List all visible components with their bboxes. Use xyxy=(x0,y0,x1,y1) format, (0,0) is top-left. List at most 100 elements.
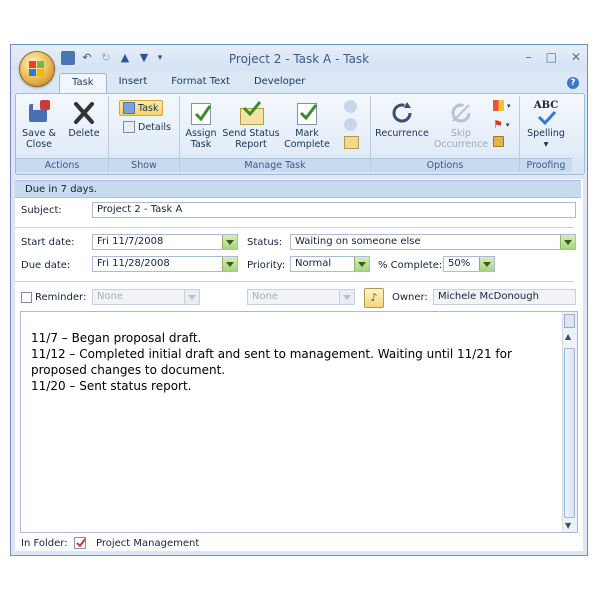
office-logo-icon xyxy=(29,61,45,77)
group-label-actions: Actions xyxy=(16,158,108,172)
forward-task-button[interactable] xyxy=(344,118,357,131)
folder-icon xyxy=(74,537,86,549)
categorize-button[interactable]: ▾ xyxy=(493,100,511,111)
percent-complete-label: % Complete: xyxy=(378,260,443,271)
group-label-options: Options xyxy=(371,158,519,172)
delete-button[interactable]: Delete xyxy=(66,100,102,139)
notes-text: 11/7 – Began proposal draft. 11/12 – Com… xyxy=(31,330,551,394)
start-date-label: Start date: xyxy=(21,237,75,248)
due-date-field[interactable]: Fri 11/28/2008 xyxy=(92,256,238,272)
scroll-up-icon[interactable]: ▲ xyxy=(565,332,571,341)
start-date-value: Fri 11/7/2008 xyxy=(97,236,164,247)
office-button[interactable] xyxy=(19,51,55,87)
group-label-manage-task: Manage Task xyxy=(180,158,370,172)
priority-dropdown-icon[interactable] xyxy=(354,257,369,271)
subject-input[interactable]: Project 2 - Task A xyxy=(92,202,576,218)
close-button[interactable]: ✕ xyxy=(571,50,581,64)
show-details-label: Details xyxy=(138,121,171,133)
assign-task-icon xyxy=(188,100,214,126)
speaker-icon: ♪ xyxy=(370,291,378,304)
recurrence-button[interactable]: Recurrence xyxy=(373,100,431,139)
scroll-down-icon[interactable]: ▼ xyxy=(565,521,571,530)
divider xyxy=(14,281,574,282)
reminder-checkbox[interactable] xyxy=(21,292,32,303)
priority-select[interactable]: Normal xyxy=(290,256,370,272)
tab-task[interactable]: Task xyxy=(59,73,107,94)
subject-label: Subject: xyxy=(21,205,62,216)
help-icon[interactable]: ? xyxy=(567,77,579,89)
reminder-time-select[interactable]: None xyxy=(247,289,355,305)
spelling-text: Spelling xyxy=(527,128,565,139)
follow-up-button[interactable]: ⚑ ▾ xyxy=(493,118,509,131)
percent-complete-stepper[interactable]: 50% xyxy=(443,256,495,272)
assign-task-button[interactable]: Assign Task xyxy=(182,100,220,150)
send-status-report-icon xyxy=(238,100,264,126)
group-options: Recurrence Skip Occurrence ▾ ⚑ ▾ Options xyxy=(371,96,520,172)
details-icon xyxy=(123,121,135,133)
reminder-time-dropdown-icon[interactable] xyxy=(339,290,354,304)
categorize-icon xyxy=(493,100,504,111)
reminder-sound-button[interactable]: ♪ xyxy=(364,288,384,308)
priority-value: Normal xyxy=(295,258,332,269)
tab-insert[interactable]: Insert xyxy=(107,73,160,93)
reply-task-button[interactable] xyxy=(344,100,357,113)
save-close-label: Save & Close xyxy=(22,128,56,150)
ribbon: Save & Close Delete Actions Task Details… xyxy=(15,93,585,175)
send-task-button[interactable] xyxy=(344,136,359,149)
folder-name[interactable]: Project Management xyxy=(96,538,199,549)
start-date-dropdown-icon[interactable] xyxy=(222,235,237,249)
tab-format-text[interactable]: Format Text xyxy=(159,73,242,93)
window-controls: – □ ✕ xyxy=(526,50,581,64)
priority-label: Priority: xyxy=(247,260,286,271)
show-task-button[interactable]: Task xyxy=(119,100,163,116)
scroll-thumb[interactable] xyxy=(564,348,575,518)
notes-body[interactable]: 11/7 – Began proposal draft. 11/12 – Com… xyxy=(20,311,578,533)
skip-occurrence-icon xyxy=(448,100,474,126)
minimize-button[interactable]: – xyxy=(526,50,532,64)
mark-complete-icon xyxy=(294,100,320,126)
spelling-dropdown-icon: ▾ xyxy=(543,139,549,150)
skip-occurrence-button[interactable]: Skip Occurrence xyxy=(433,100,489,150)
reminder-date-value: None xyxy=(97,291,124,302)
task-icon xyxy=(123,102,135,114)
ribbon-tabs: Task Insert Format Text Developer xyxy=(59,73,317,94)
reminder-date-select[interactable]: None xyxy=(92,289,200,305)
status-select[interactable]: Waiting on someone else xyxy=(290,234,576,250)
percent-complete-value: 50% xyxy=(448,258,471,269)
group-proofing: ABC Spelling ▾ Proofing xyxy=(520,96,572,172)
group-actions: Save & Close Delete Actions xyxy=(16,96,109,172)
spelling-label: Spelling ▾ xyxy=(522,128,570,150)
group-manage-task: Assign Task Send Status Report Mark Comp… xyxy=(180,96,371,172)
send-status-report-button[interactable]: Send Status Report xyxy=(222,100,280,150)
mark-complete-button[interactable]: Mark Complete xyxy=(284,100,330,150)
forward-icon xyxy=(344,118,357,131)
status-label: Status: xyxy=(247,237,283,248)
title-bar: ↶ ↻ ▲ ▼ ▾ Project 2 - Task A - Task – □ … xyxy=(11,45,587,71)
group-show: Task Details Show xyxy=(109,96,180,172)
due-date-dropdown-icon[interactable] xyxy=(222,257,237,271)
recurrence-icon xyxy=(389,100,415,126)
reminder-time-value: None xyxy=(252,291,279,302)
scroll-ruler-icon[interactable] xyxy=(564,314,575,328)
status-dropdown-icon[interactable] xyxy=(560,235,575,249)
reminder-date-dropdown-icon[interactable] xyxy=(184,290,199,304)
start-date-field[interactable]: Fri 11/7/2008 xyxy=(92,234,238,250)
private-button[interactable] xyxy=(493,136,504,147)
reminder-label: Reminder: xyxy=(35,292,87,303)
send-icon xyxy=(344,136,359,149)
owner-field: Michele McDonough xyxy=(433,289,576,305)
tab-developer[interactable]: Developer xyxy=(242,73,317,93)
recurrence-label: Recurrence xyxy=(375,128,429,139)
owner-label: Owner: xyxy=(392,292,428,303)
spelling-button[interactable]: ABC Spelling ▾ xyxy=(522,100,570,150)
notes-scrollbar[interactable]: ▲ ▼ xyxy=(562,312,577,532)
show-details-button[interactable]: Details xyxy=(123,121,171,133)
spinner-icon[interactable] xyxy=(479,257,494,271)
reply-icon xyxy=(344,100,357,113)
in-folder-label: In Folder: xyxy=(21,538,68,549)
save-close-icon xyxy=(26,100,52,126)
delete-icon xyxy=(71,100,97,126)
save-close-button[interactable]: Save & Close xyxy=(22,100,56,150)
maximize-button[interactable]: □ xyxy=(546,50,557,64)
group-label-show: Show xyxy=(109,158,179,172)
